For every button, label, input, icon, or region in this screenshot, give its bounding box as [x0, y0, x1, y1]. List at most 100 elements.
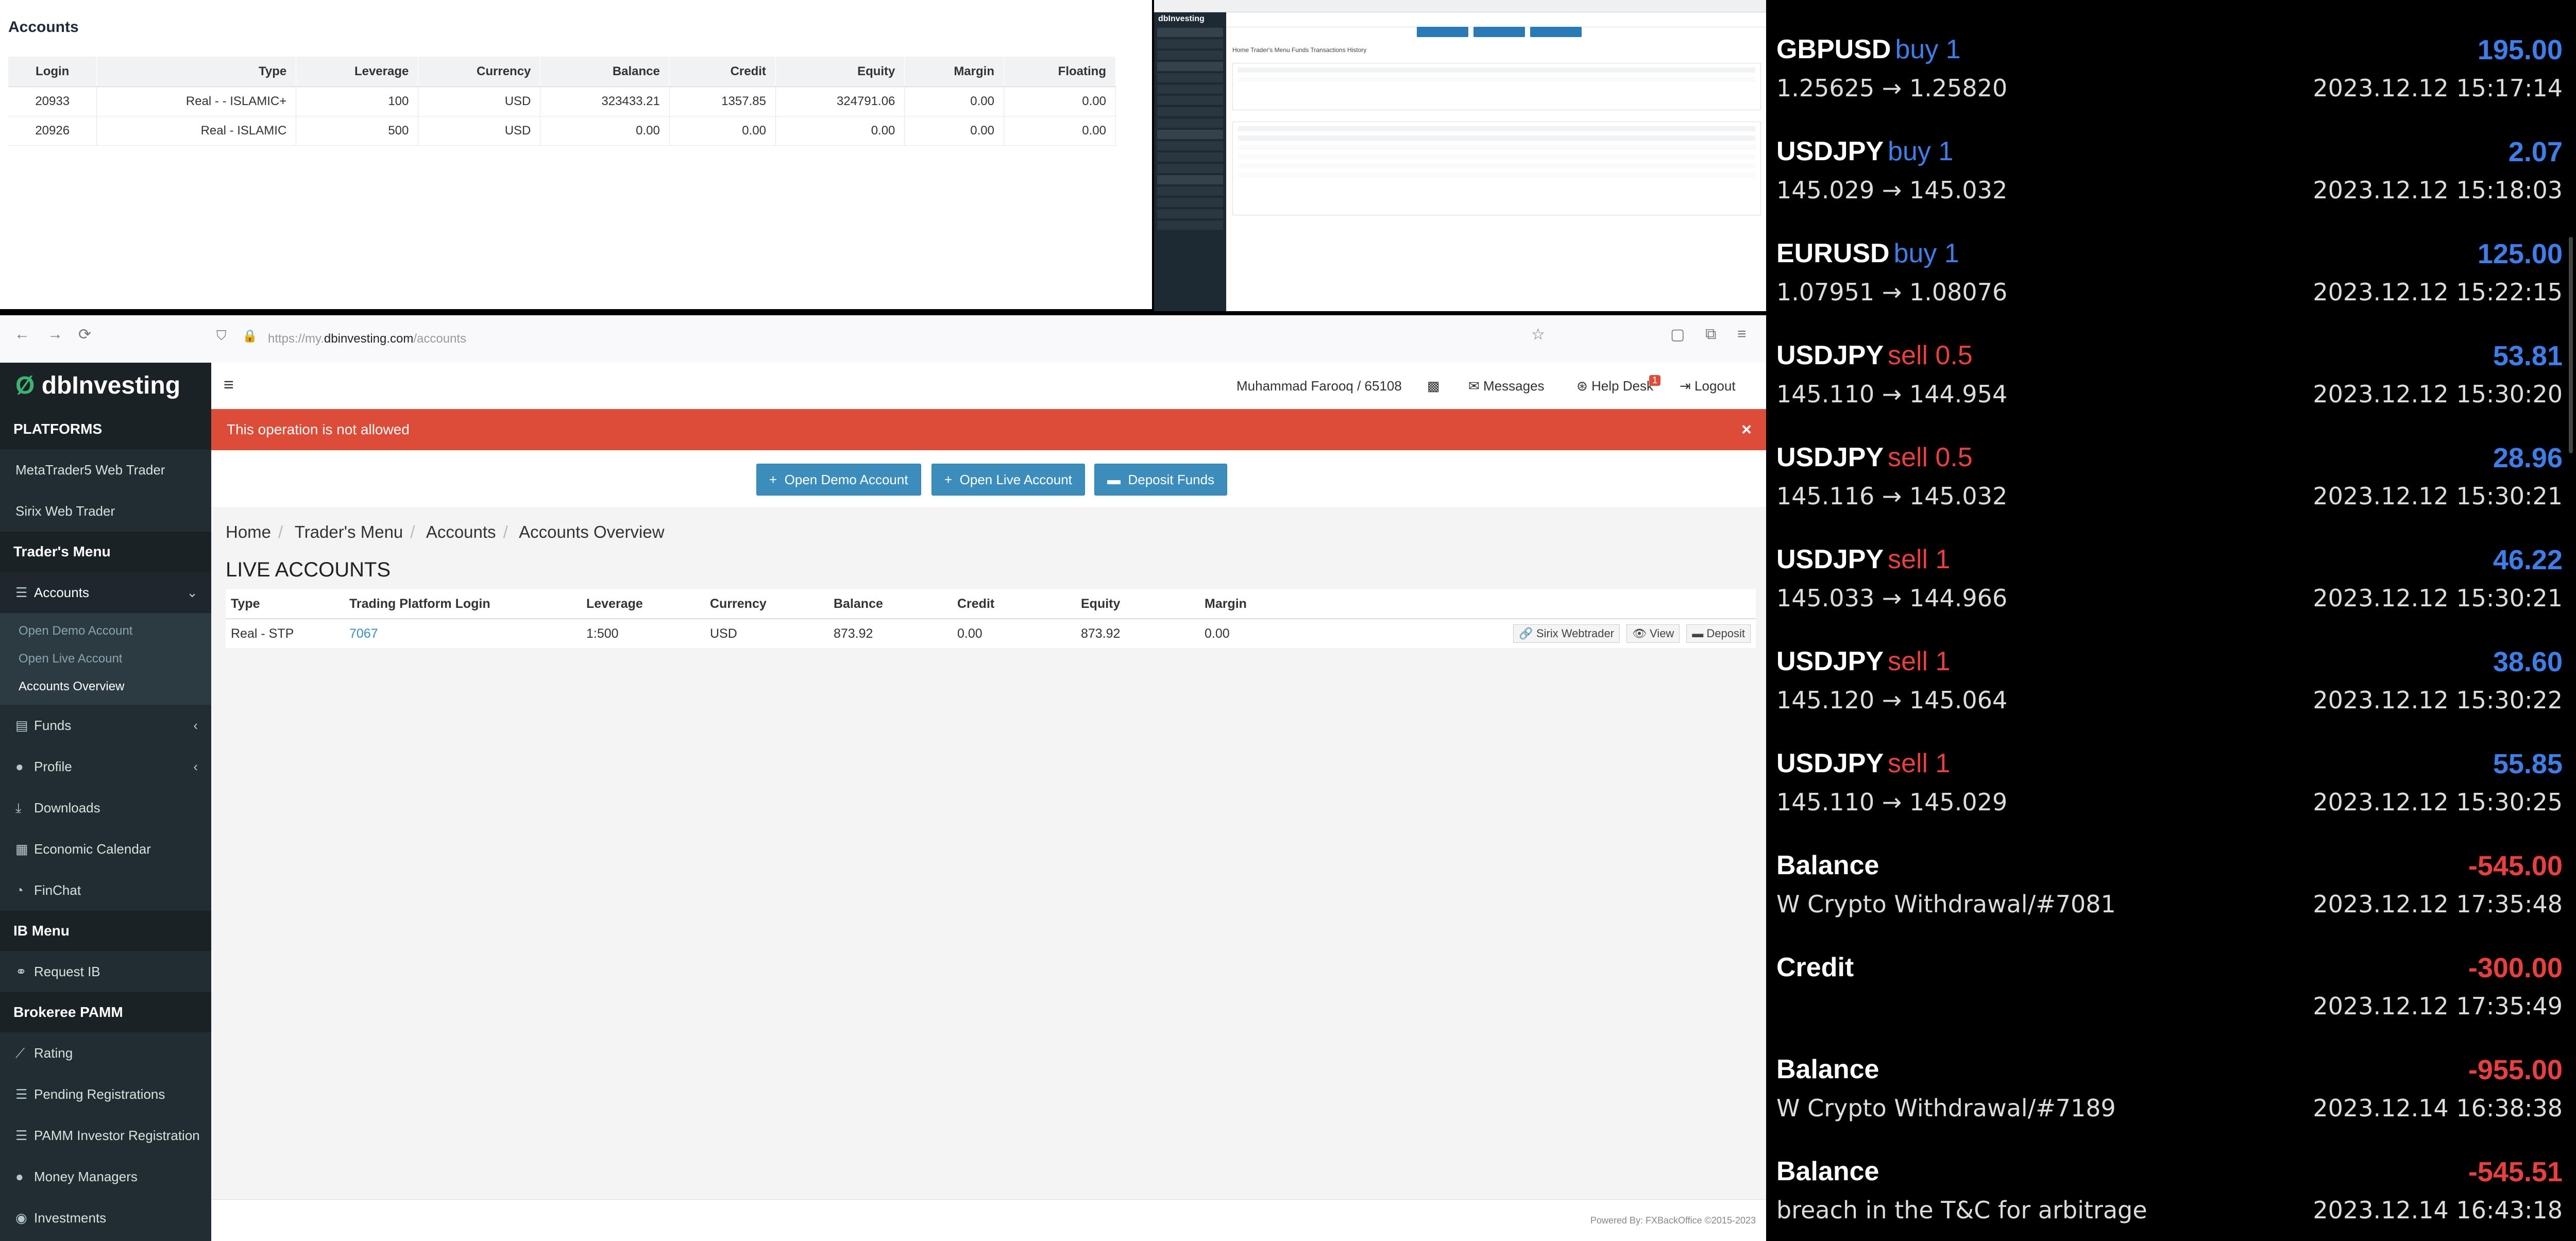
sidebar-item-label: Pending Registrations: [34, 1086, 165, 1102]
history-item[interactable]: Balance -545.51 breach in the T&C for arbi…: [1766, 1152, 2576, 1241]
table-cell: 0.00: [540, 116, 670, 146]
brand-logo[interactable]: Ø dbInvesting: [0, 363, 211, 409]
back-icon[interactable]: ←: [14, 326, 30, 343]
logout-link[interactable]: ⇥ Logout: [1680, 378, 1736, 394]
history-symbol: Balance: [1776, 850, 1883, 881]
history-item[interactable]: Credit -300.00 2023.12.12 17:35:49: [1766, 948, 2576, 1050]
address-bar[interactable]: https://my.dbinvesting.com/accounts: [268, 327, 1607, 351]
lock-icon[interactable]: 🔒: [242, 329, 258, 344]
history-symbol: Credit: [1776, 952, 1858, 983]
helpdesk-link[interactable]: ⊛ Help Desk1: [1577, 375, 1665, 394]
main-content: ≡ Muhammad Farooq / 65108 ▩ ✉ Messages ⊛…: [211, 363, 1766, 1241]
sidebar-item-label: Economic Calendar: [34, 841, 151, 857]
deposit-button[interactable]: ▬ Deposit: [1686, 624, 1751, 643]
history-item[interactable]: USDJPY sell 1 46.22 145.033 → 144.966 2023.1…: [1766, 540, 2576, 642]
messages-label: Messages: [1483, 378, 1545, 394]
breadcrumb-home[interactable]: Home: [226, 522, 271, 541]
history-item[interactable]: USDJPY sell 1 55.85 145.110 → 145.029 2023.1…: [1766, 744, 2576, 846]
cell-margin: 0.00: [1199, 619, 1323, 649]
open-live-account-button[interactable]: + Open Live Account: [931, 464, 1085, 496]
messages-link[interactable]: ✉ Messages: [1468, 378, 1545, 394]
table-cell: 500: [296, 116, 419, 146]
view-button[interactable]: 👁 View: [1626, 624, 1680, 643]
deposit-funds-button[interactable]: ▬ Deposit Funds: [1094, 464, 1228, 496]
sidebar-item-pending-registrations[interactable]: ☰ Pending Registrations: [0, 1074, 211, 1115]
sidebar-item-mt5-web-trader[interactable]: MetaTrader5 Web Trader: [0, 449, 211, 490]
history-time: 2023.12.12 15:30:20: [2313, 380, 2563, 408]
history-item[interactable]: EURUSD buy 1 125.00 1.07951 → 1.08076 2023.1…: [1766, 234, 2576, 336]
col-header: Balance: [540, 57, 670, 87]
table-row[interactable]: 20933 Real - - ISLAMIC+ 100 USD 323433.21 135…: [8, 87, 1116, 116]
sidebar-item-sirix-web-trader[interactable]: Sirix Web Trader: [0, 490, 211, 532]
extensions-icon[interactable]: ⧉: [1705, 326, 1716, 343]
submenu-open-demo-account[interactable]: Open Demo Account: [0, 617, 211, 645]
history-symbol: USDJPY sell 0.5: [1776, 340, 1973, 371]
action-buttons: + Open Demo Account + Open Live Account …: [211, 450, 1766, 507]
history-symbol: Balance: [1776, 1054, 1883, 1085]
sirix-webtrader-button[interactable]: 🔗 Sirix Webtrader: [1513, 624, 1620, 643]
history-detail: 145.029 → 145.032: [1776, 176, 2008, 204]
sidebar-item-request-ib[interactable]: ⚭ Request IB: [0, 951, 211, 992]
col-header: Currency: [705, 589, 828, 619]
shield-icon[interactable]: ⛉: [216, 328, 227, 344]
history-symbol: USDJPY sell 1: [1776, 646, 1950, 677]
sidebar-item-downloads[interactable]: ⤓ Downloads: [0, 787, 211, 828]
user-name[interactable]: Muhammad Farooq / 65108: [1236, 378, 1402, 394]
history-item[interactable]: USDJPY sell 0.5 53.81 145.110 → 144.954 2023…: [1766, 336, 2576, 438]
sidebar-item-rating[interactable]: ⟋ Rating: [0, 1032, 211, 1074]
history-amount: 55.85: [2493, 749, 2563, 779]
breadcrumb-accounts[interactable]: Accounts: [426, 522, 496, 541]
forward-icon[interactable]: →: [47, 326, 63, 343]
history-symbol: USDJPY sell 1: [1776, 748, 1950, 779]
calendar-icon: ▦: [15, 841, 28, 857]
accounts-submenu: Open Demo Account Open Live Account Acco…: [0, 613, 211, 705]
flag-uk-icon[interactable]: ▩: [1427, 378, 1440, 394]
table-cell: 0.00: [669, 116, 776, 146]
sidebar-item-economic-calendar[interactable]: ▦ Economic Calendar: [0, 828, 211, 870]
sidebar-item-money-managers[interactable]: ● Money Managers: [0, 1156, 211, 1197]
sidebar-item-investments[interactable]: ◉ Investments: [0, 1197, 211, 1238]
sidebar-item-pamm-investor-registration[interactable]: ☰ PAMM Investor Registration: [0, 1115, 211, 1156]
open-demo-account-button[interactable]: + Open Demo Account: [756, 464, 921, 496]
history-symbol: Balance: [1776, 1156, 1883, 1187]
bookmark-star-icon[interactable]: ☆: [1531, 326, 1545, 344]
history-item[interactable]: GBPUSD buy 1 195.00 1.25625 → 1.25820 2023.1…: [1766, 30, 2576, 132]
sidebar-item-label: Investments: [34, 1210, 107, 1226]
sidebar-item-accounts[interactable]: ☰ Accounts ⌄: [0, 572, 211, 613]
history-item[interactable]: Balance -955.00 W Crypto Withdrawal/#7189 2…: [1766, 1050, 2576, 1152]
history-amount: -300.00: [2468, 953, 2563, 983]
sidebar-item-finchat[interactable]: ◔ FinChat: [0, 870, 211, 911]
pocket-icon[interactable]: ▢: [1670, 326, 1685, 344]
breadcrumb-traders-menu[interactable]: Trader's Menu: [295, 522, 403, 541]
history-item[interactable]: USDJPY buy 1 2.07 145.029 → 145.032 2023.12.…: [1766, 132, 2576, 234]
cell-leverage: 1:500: [581, 619, 705, 649]
col-header: Equity: [775, 57, 905, 87]
cell-balance: 873.92: [828, 619, 952, 649]
thumbnail-history-box: [1232, 122, 1761, 215]
accounts-panel-title: Accounts: [8, 19, 79, 36]
envelope-icon: ✉: [1468, 378, 1480, 394]
account-login-link[interactable]: 7067: [344, 619, 581, 649]
submenu-open-live-account[interactable]: Open Live Account: [0, 645, 211, 673]
coins-icon: ◉: [15, 1210, 27, 1226]
table-row[interactable]: 20926 Real - ISLAMIC 500 USD 0.00 0.00 0.00 0.0…: [8, 116, 1116, 146]
history-time: 2023.12.12 15:22:15: [2313, 278, 2563, 306]
sidebar-item-funds[interactable]: ▤ Funds ‹: [0, 705, 211, 746]
alert-close-icon[interactable]: ×: [1741, 409, 1752, 450]
table-cell: 0.00: [904, 116, 1004, 146]
chat-icon: ◔: [15, 882, 24, 898]
scrollbar[interactable]: [2569, 237, 2573, 453]
sidebar-item-profile[interactable]: ● Profile ‹: [0, 746, 211, 787]
reload-icon[interactable]: ⟳: [78, 326, 91, 344]
hamburger-menu-icon[interactable]: ≡: [224, 375, 234, 395]
submenu-accounts-overview[interactable]: Accounts Overview: [0, 673, 211, 701]
history-item[interactable]: Balance -545.00 W Crypto Withdrawal/#7081 2…: [1766, 846, 2576, 948]
browser-menu-icon[interactable]: ≡: [1737, 326, 1747, 343]
list-icon: ☰: [15, 1086, 28, 1102]
history-item[interactable]: USDJPY sell 1 38.60 145.120 → 145.064 2023.1…: [1766, 642, 2576, 744]
cell-credit: 0.00: [952, 619, 1076, 649]
history-item[interactable]: USDJPY sell 0.5 28.96 145.116 → 145.032 2023…: [1766, 438, 2576, 540]
alert-text: This operation is not allowed: [227, 421, 410, 437]
history-symbol: USDJPY buy 1: [1776, 136, 1953, 167]
col-header: Trading Platform Login: [344, 589, 581, 619]
